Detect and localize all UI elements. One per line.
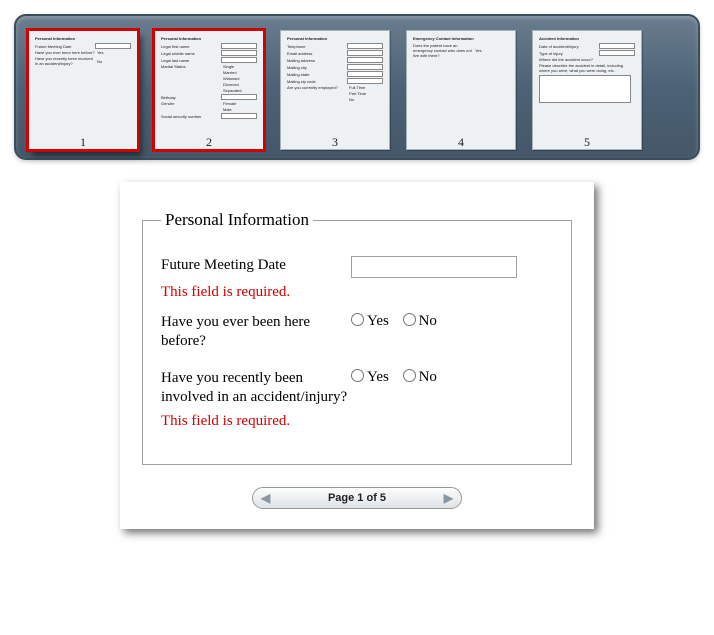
- thumb-line-label: Legal first name: [161, 44, 219, 49]
- thumb-textarea: [539, 75, 631, 103]
- radio-q3-no[interactable]: [403, 369, 416, 382]
- thumb-line-label: Future Meeting Date: [35, 44, 93, 49]
- thumb-page-number: 2: [155, 140, 263, 145]
- thumb-line-label: Mailing address: [287, 58, 345, 63]
- thumb-field-box: [347, 64, 383, 70]
- thumbnail-page-1[interactable]: Personal InformationFuture Meeting DateH…: [28, 30, 140, 150]
- pager-prev-icon[interactable]: ◀: [257, 491, 274, 505]
- thumb-line-label: Does the patient have an emergency conta…: [413, 43, 473, 58]
- label-been-here-before: Have you ever been here before?: [161, 313, 351, 351]
- thumb-line-label: Telephone: [287, 44, 345, 49]
- thumb-line-label: Date of accident/injury: [539, 44, 597, 49]
- thumb-field-box: [221, 113, 257, 119]
- thumb-field-box: [347, 50, 383, 56]
- thumbnail-page-3[interactable]: Personal Information Telephone Email addre…: [280, 30, 392, 150]
- thumb-field-option: Yes: [475, 48, 509, 53]
- thumb-line-label: Mailing zip code: [287, 79, 345, 84]
- thumb-field-option: Full Time: [349, 85, 383, 90]
- form-page: Personal Information Future Meeting Date…: [120, 182, 594, 529]
- radio-q3-yes[interactable]: [351, 369, 364, 382]
- pager: ◀ Page 1 of 5 ▶: [252, 487, 462, 509]
- personal-information-fieldset: Personal Information Future Meeting Date…: [142, 210, 572, 465]
- thumb-line-label: Have you recently been involved in an ac…: [35, 56, 95, 66]
- error-future-meeting-date: This field is required.: [161, 284, 553, 301]
- thumb-field-option: Male: [223, 107, 257, 112]
- thumbnail-page-5[interactable]: Accident Information Date of accident/inj…: [532, 30, 644, 150]
- thumb-line-label: Birthday: [161, 95, 219, 100]
- thumb-field-box: [599, 43, 635, 49]
- fieldset-legend: Personal Information: [161, 210, 313, 230]
- label-future-meeting-date: Future Meeting Date: [161, 256, 351, 275]
- thumb-page-number: 3: [281, 140, 389, 145]
- thumb-field-box: [599, 50, 635, 56]
- thumb-field-option: Divorced: [223, 82, 257, 87]
- radio-label-q2-yes[interactable]: Yes: [351, 313, 389, 329]
- thumb-field-option: Married: [223, 70, 257, 75]
- error-accident-injury: This field is required.: [161, 413, 553, 430]
- radio-label-q3-no[interactable]: No: [403, 369, 437, 385]
- thumb-field-option: Female: [223, 101, 257, 106]
- thumb-header: Personal Information: [161, 36, 257, 41]
- thumb-field-box: [347, 71, 383, 77]
- thumb-header: Emergency Contact Information: [413, 36, 509, 41]
- thumb-field-option: No: [349, 97, 383, 102]
- thumb-field-option: Separated: [223, 88, 257, 93]
- thumbnail-page-4[interactable]: Emergency Contact Information Does the pa…: [406, 30, 518, 150]
- thumb-field-option: No: [97, 59, 131, 64]
- radio-label-q3-yes[interactable]: Yes: [351, 369, 389, 385]
- label-accident-injury: Have you recently been involved in an ac…: [161, 369, 351, 407]
- radio-q2-yes[interactable]: [351, 313, 364, 326]
- thumb-line-label: Where did the accident occur?: [539, 57, 635, 62]
- page-thumbnail-strip: Personal InformationFuture Meeting DateH…: [14, 14, 700, 160]
- thumb-line-label: Have you ever been here before?: [35, 50, 95, 55]
- thumb-line-label: Type of injury: [539, 51, 597, 56]
- thumbnail-page-2[interactable]: Personal Information Legal first name Lega…: [154, 30, 266, 150]
- input-future-meeting-date[interactable]: [351, 256, 517, 278]
- thumb-line-label: Please describe the accident in detail, …: [539, 63, 635, 73]
- thumb-page-number: 1: [29, 140, 137, 145]
- thumb-field-box: [347, 43, 383, 49]
- thumb-line-label: Mailing state: [287, 72, 345, 77]
- thumb-page-number: 5: [533, 140, 641, 145]
- thumb-field-box: [221, 50, 257, 56]
- thumb-line-label: Legal last name: [161, 58, 219, 63]
- thumb-field-option: Part Time: [349, 91, 383, 96]
- thumb-page-number: 4: [407, 140, 515, 145]
- thumb-header: Personal Information: [287, 36, 383, 41]
- thumb-field-box: [221, 43, 257, 49]
- thumb-line-label: Social security number: [161, 114, 219, 119]
- radio-label-q2-no[interactable]: No: [403, 313, 437, 329]
- radio-q2-no[interactable]: [403, 313, 416, 326]
- thumb-field-option: Widowed: [223, 76, 257, 81]
- thumb-line-label: Gender: [161, 101, 221, 106]
- thumb-line-label: Marital Status: [161, 64, 221, 69]
- pager-text: Page 1 of 5: [328, 492, 386, 504]
- thumb-line-label: Are you currently employed?: [287, 85, 347, 90]
- thumb-field-box: [221, 94, 257, 100]
- pager-next-icon[interactable]: ▶: [440, 491, 457, 505]
- thumb-field-box: [95, 43, 131, 49]
- thumb-field-box: [347, 78, 383, 84]
- thumb-field-option: Yes: [97, 50, 131, 55]
- thumb-field-box: [221, 57, 257, 63]
- thumb-header: Personal Information: [35, 36, 131, 41]
- thumb-header: Accident Information: [539, 36, 635, 41]
- thumb-field-option: Single: [223, 64, 257, 69]
- thumb-field-box: [347, 57, 383, 63]
- thumb-line-label: Email address: [287, 51, 345, 56]
- thumb-line-label: Mailing city: [287, 65, 345, 70]
- thumb-line-label: Legal middle name: [161, 51, 219, 56]
